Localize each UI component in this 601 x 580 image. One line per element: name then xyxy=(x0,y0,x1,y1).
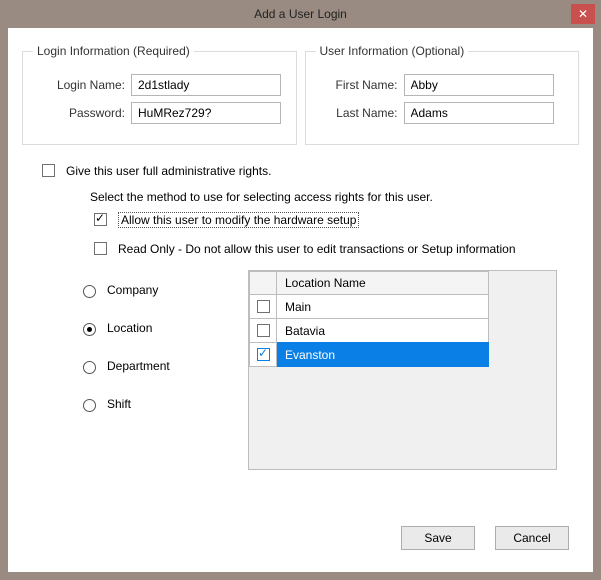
grid-header-check xyxy=(249,271,277,295)
grid-header-name: Location Name xyxy=(277,271,489,295)
login-name-input[interactable] xyxy=(131,74,281,96)
grid-row-checkbox[interactable] xyxy=(257,300,270,313)
client-area: Login Information (Required) Login Name:… xyxy=(8,28,593,572)
read-only-checkbox[interactable] xyxy=(94,242,107,255)
password-label: Password: xyxy=(33,106,125,120)
scope-shift-label: Shift xyxy=(107,397,131,411)
first-name-label: First Name: xyxy=(316,78,398,92)
titlebar: Add a User Login ✕ xyxy=(0,0,601,28)
last-name-input[interactable] xyxy=(404,102,554,124)
grid-row-name: Evanston xyxy=(277,342,489,367)
grid-row-checkbox[interactable] xyxy=(257,348,270,361)
scope-department-label: Department xyxy=(107,359,170,373)
login-info-group: Login Information (Required) Login Name:… xyxy=(22,44,297,145)
grid-row-name: Batavia xyxy=(277,318,489,343)
user-info-legend: User Information (Optional) xyxy=(316,44,469,58)
grid-row-name: Main xyxy=(277,294,489,319)
full-admin-label: Give this user full administrative right… xyxy=(66,164,271,178)
scope-company-radio[interactable] xyxy=(83,285,96,298)
scope-company-label: Company xyxy=(107,283,158,297)
password-input[interactable] xyxy=(131,102,281,124)
window-frame: Add a User Login ✕ Login Information (Re… xyxy=(0,0,601,580)
table-row[interactable]: Evanston xyxy=(249,343,489,367)
table-row[interactable]: Main xyxy=(249,295,489,319)
login-info-legend: Login Information (Required) xyxy=(33,44,194,58)
instruction-text: Select the method to use for selecting a… xyxy=(90,190,563,204)
first-name-input[interactable] xyxy=(404,74,554,96)
scope-location-radio[interactable] xyxy=(83,323,96,336)
location-grid: Location Name Main Batavia Evanston xyxy=(249,271,489,367)
table-row[interactable]: Batavia xyxy=(249,319,489,343)
close-button[interactable]: ✕ xyxy=(571,4,595,24)
scope-department-radio[interactable] xyxy=(83,361,96,374)
save-button[interactable]: Save xyxy=(401,526,475,550)
scope-radio-group: Company Location Department Shift xyxy=(78,270,248,470)
allow-hardware-checkbox[interactable] xyxy=(94,213,107,226)
login-name-label: Login Name: xyxy=(33,78,125,92)
scope-shift-radio[interactable] xyxy=(83,399,96,412)
close-icon: ✕ xyxy=(578,8,588,20)
cancel-button[interactable]: Cancel xyxy=(495,526,569,550)
grid-header-row: Location Name xyxy=(249,271,489,295)
location-grid-panel: Location Name Main Batavia Evanston xyxy=(248,270,557,470)
scope-location-label: Location xyxy=(107,321,152,335)
user-info-group: User Information (Optional) First Name: … xyxy=(305,44,580,145)
window-title: Add a User Login xyxy=(0,7,601,21)
allow-hardware-label: Allow this user to modify the hardware s… xyxy=(118,212,359,228)
last-name-label: Last Name: xyxy=(316,106,398,120)
grid-row-checkbox[interactable] xyxy=(257,324,270,337)
full-admin-checkbox[interactable] xyxy=(42,164,55,177)
read-only-label: Read Only - Do not allow this user to ed… xyxy=(118,242,516,256)
